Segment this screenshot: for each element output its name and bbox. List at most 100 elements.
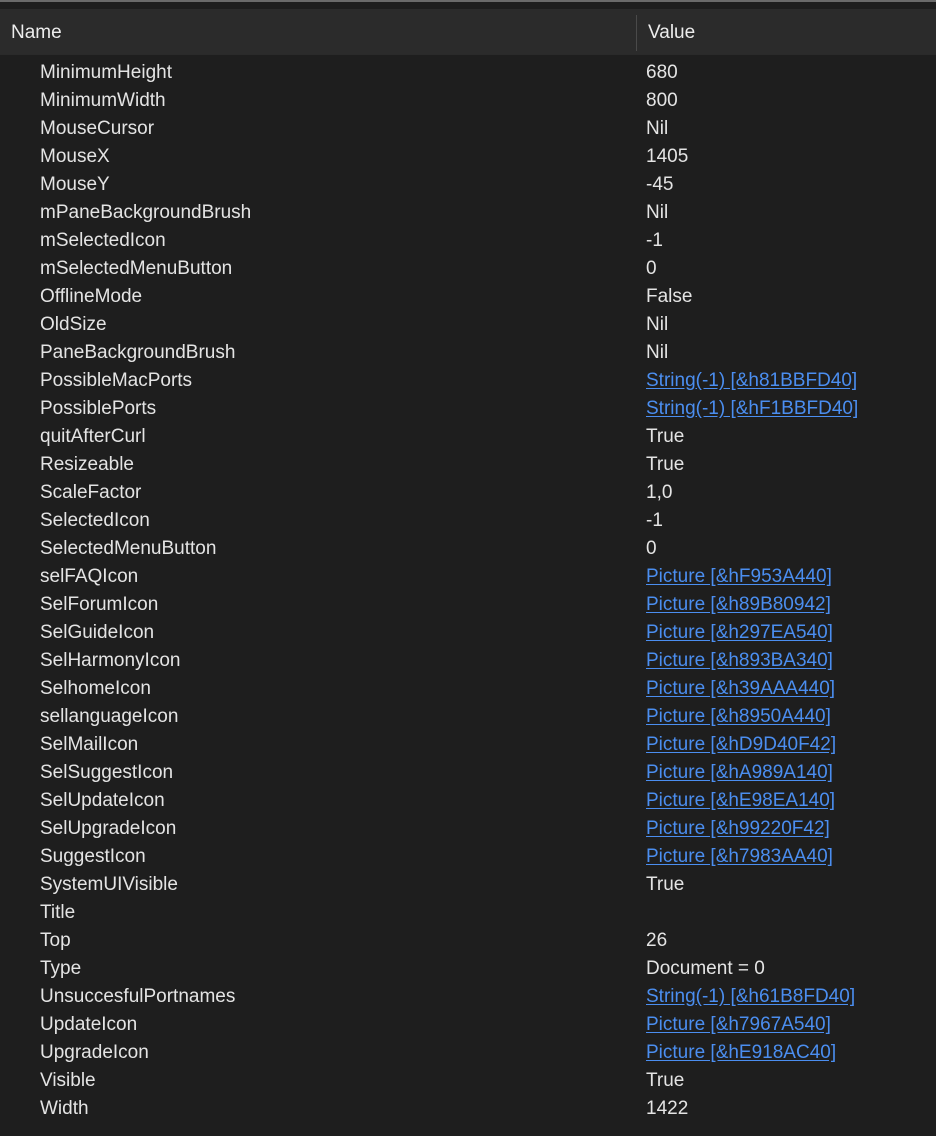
variable-value-link[interactable]: Picture [&h8950A440] (646, 703, 932, 731)
variable-name: MinimumWidth (40, 90, 166, 111)
variable-value-link[interactable]: Picture [&h89B80942] (646, 591, 932, 619)
variable-value: 1405 (646, 146, 689, 167)
variable-value: -45 (646, 174, 674, 195)
table-row[interactable]: UpgradeIcon Picture [&hE918AC40] (0, 1039, 936, 1067)
table-row[interactable]: SuggestIcon Picture [&h7983AA40] (0, 843, 936, 871)
variable-name: MouseCursor (40, 118, 155, 139)
variable-value: 1,0 (646, 482, 673, 503)
variable-name: SelMailIcon (40, 734, 139, 755)
table-row[interactable]: MinimumHeight 680 (0, 59, 936, 87)
table-row[interactable]: SelUpdateIcon Picture [&hE98EA140] (0, 787, 936, 815)
variable-name: PaneBackgroundBrush (40, 342, 236, 363)
table-row[interactable]: SelhomeIcon Picture [&h39AAA440] (0, 675, 936, 703)
table-row[interactable]: SelUpgradeIcon Picture [&h99220F42] (0, 815, 936, 843)
variable-name: ScaleFactor (40, 482, 142, 503)
variables-list: MinimumHeight 680 MinimumWidth 800 MouseCurs… (0, 59, 936, 1123)
variable-name: SelUpgradeIcon (40, 818, 177, 839)
variable-name: Type (40, 958, 82, 979)
table-row[interactable]: selFAQIcon Picture [&hF953A440] (0, 563, 936, 591)
variable-value-link[interactable]: Picture [&hE918AC40] (646, 1039, 932, 1067)
value-column-header[interactable]: Value (648, 9, 928, 54)
variable-name: UpgradeIcon (40, 1042, 149, 1063)
variable-value-link[interactable]: Picture [&hE98EA140] (646, 787, 932, 815)
variable-value-link[interactable]: Picture [&h893BA340] (646, 647, 932, 675)
name-column-header[interactable]: Name (11, 9, 631, 54)
table-row[interactable]: SelectedIcon -1 (0, 507, 936, 535)
table-row[interactable]: MouseX 1405 (0, 143, 936, 171)
table-row[interactable]: mSelectedIcon -1 (0, 227, 936, 255)
variable-value: 1422 (646, 1098, 689, 1119)
table-row[interactable]: MouseY -45 (0, 171, 936, 199)
variable-value: Nil (646, 314, 669, 335)
variable-value-link[interactable]: String(-1) [&h81BBFD40] (646, 367, 932, 395)
variable-name: mPaneBackgroundBrush (40, 202, 252, 223)
variable-value: False (646, 286, 693, 307)
variable-name: Title (40, 902, 76, 923)
variable-name: MouseX (40, 146, 110, 167)
variable-value-link[interactable]: Picture [&h7983AA40] (646, 843, 932, 871)
variable-name: PossibleMacPorts (40, 370, 193, 391)
variable-value: True (646, 1070, 685, 1091)
variable-name: SelGuideIcon (40, 622, 155, 643)
variable-name: MouseY (40, 174, 110, 195)
table-row[interactable]: PaneBackgroundBrush Nil (0, 339, 936, 367)
table-row[interactable]: ScaleFactor 1,0 (0, 479, 936, 507)
variable-name: SelHarmonyIcon (40, 650, 181, 671)
table-row[interactable]: SelSuggestIcon Picture [&hA989A140] (0, 759, 936, 787)
column-resize-handle[interactable] (636, 15, 637, 51)
variable-value-link[interactable]: String(-1) [&hF1BBFD40] (646, 395, 932, 423)
table-row[interactable]: Type Document = 0 (0, 955, 936, 983)
table-row[interactable]: MouseCursor Nil (0, 115, 936, 143)
variable-name: UnsuccesfulPortnames (40, 986, 236, 1007)
table-row[interactable]: sellanguageIcon Picture [&h8950A440] (0, 703, 936, 731)
variable-value-link[interactable]: Picture [&hF953A440] (646, 563, 932, 591)
table-row[interactable]: SelForumIcon Picture [&h89B80942] (0, 591, 936, 619)
table-row[interactable]: quitAfterCurl True (0, 423, 936, 451)
variable-name: SelectedIcon (40, 510, 150, 531)
table-row[interactable]: SelHarmonyIcon Picture [&h893BA340] (0, 647, 936, 675)
variable-value: 0 (646, 258, 657, 279)
table-row[interactable]: mSelectedMenuButton 0 (0, 255, 936, 283)
table-row[interactable]: OldSize Nil (0, 311, 936, 339)
table-row[interactable]: Title (0, 899, 936, 927)
variable-value: Document = 0 (646, 958, 765, 979)
variable-name: SystemUIVisible (40, 874, 178, 895)
variable-value: Nil (646, 342, 669, 363)
table-row[interactable]: PossibleMacPorts String(-1) [&h81BBFD40] (0, 367, 936, 395)
table-row[interactable]: SystemUIVisible True (0, 871, 936, 899)
variable-value-link[interactable]: Picture [&hA989A140] (646, 759, 932, 787)
table-row[interactable]: UpdateIcon Picture [&h7967A540] (0, 1011, 936, 1039)
table-row[interactable]: UnsuccesfulPortnames String(-1) [&h61B8FD… (0, 983, 936, 1011)
variable-name: Top (40, 930, 71, 951)
variable-value: True (646, 874, 685, 895)
table-row[interactable]: SelGuideIcon Picture [&h297EA540] (0, 619, 936, 647)
table-row[interactable]: PossiblePorts String(-1) [&hF1BBFD40] (0, 395, 936, 423)
variable-name: SelUpdateIcon (40, 790, 165, 811)
variable-value: Nil (646, 118, 669, 139)
variable-name: selFAQIcon (40, 566, 139, 587)
table-header: Name Value (0, 9, 936, 55)
variable-value-link[interactable]: Picture [&hD9D40F42] (646, 731, 932, 759)
variable-value-link[interactable]: Picture [&h297EA540] (646, 619, 932, 647)
variable-value: True (646, 426, 685, 447)
variable-name: Width (40, 1098, 89, 1119)
variable-value: -1 (646, 510, 663, 531)
variable-name: quitAfterCurl (40, 426, 146, 447)
variable-value-link[interactable]: Picture [&h99220F42] (646, 815, 932, 843)
table-row[interactable]: MinimumWidth 800 (0, 87, 936, 115)
variable-name: SelhomeIcon (40, 678, 151, 699)
table-row[interactable]: Top 26 (0, 927, 936, 955)
table-row[interactable]: Width 1422 (0, 1095, 936, 1123)
table-row[interactable]: SelectedMenuButton 0 (0, 535, 936, 563)
table-row[interactable]: SelMailIcon Picture [&hD9D40F42] (0, 731, 936, 759)
variable-name: MinimumHeight (40, 62, 172, 83)
variable-value: True (646, 454, 685, 475)
variable-value-link[interactable]: Picture [&h7967A540] (646, 1011, 932, 1039)
variable-value-link[interactable]: String(-1) [&h61B8FD40] (646, 983, 932, 1011)
table-row[interactable]: OfflineMode False (0, 283, 936, 311)
table-row[interactable]: Resizeable True (0, 451, 936, 479)
variable-value-link[interactable]: Picture [&h39AAA440] (646, 675, 932, 703)
variable-name: mSelectedMenuButton (40, 258, 233, 279)
table-row[interactable]: Visible True (0, 1067, 936, 1095)
table-row[interactable]: mPaneBackgroundBrush Nil (0, 199, 936, 227)
